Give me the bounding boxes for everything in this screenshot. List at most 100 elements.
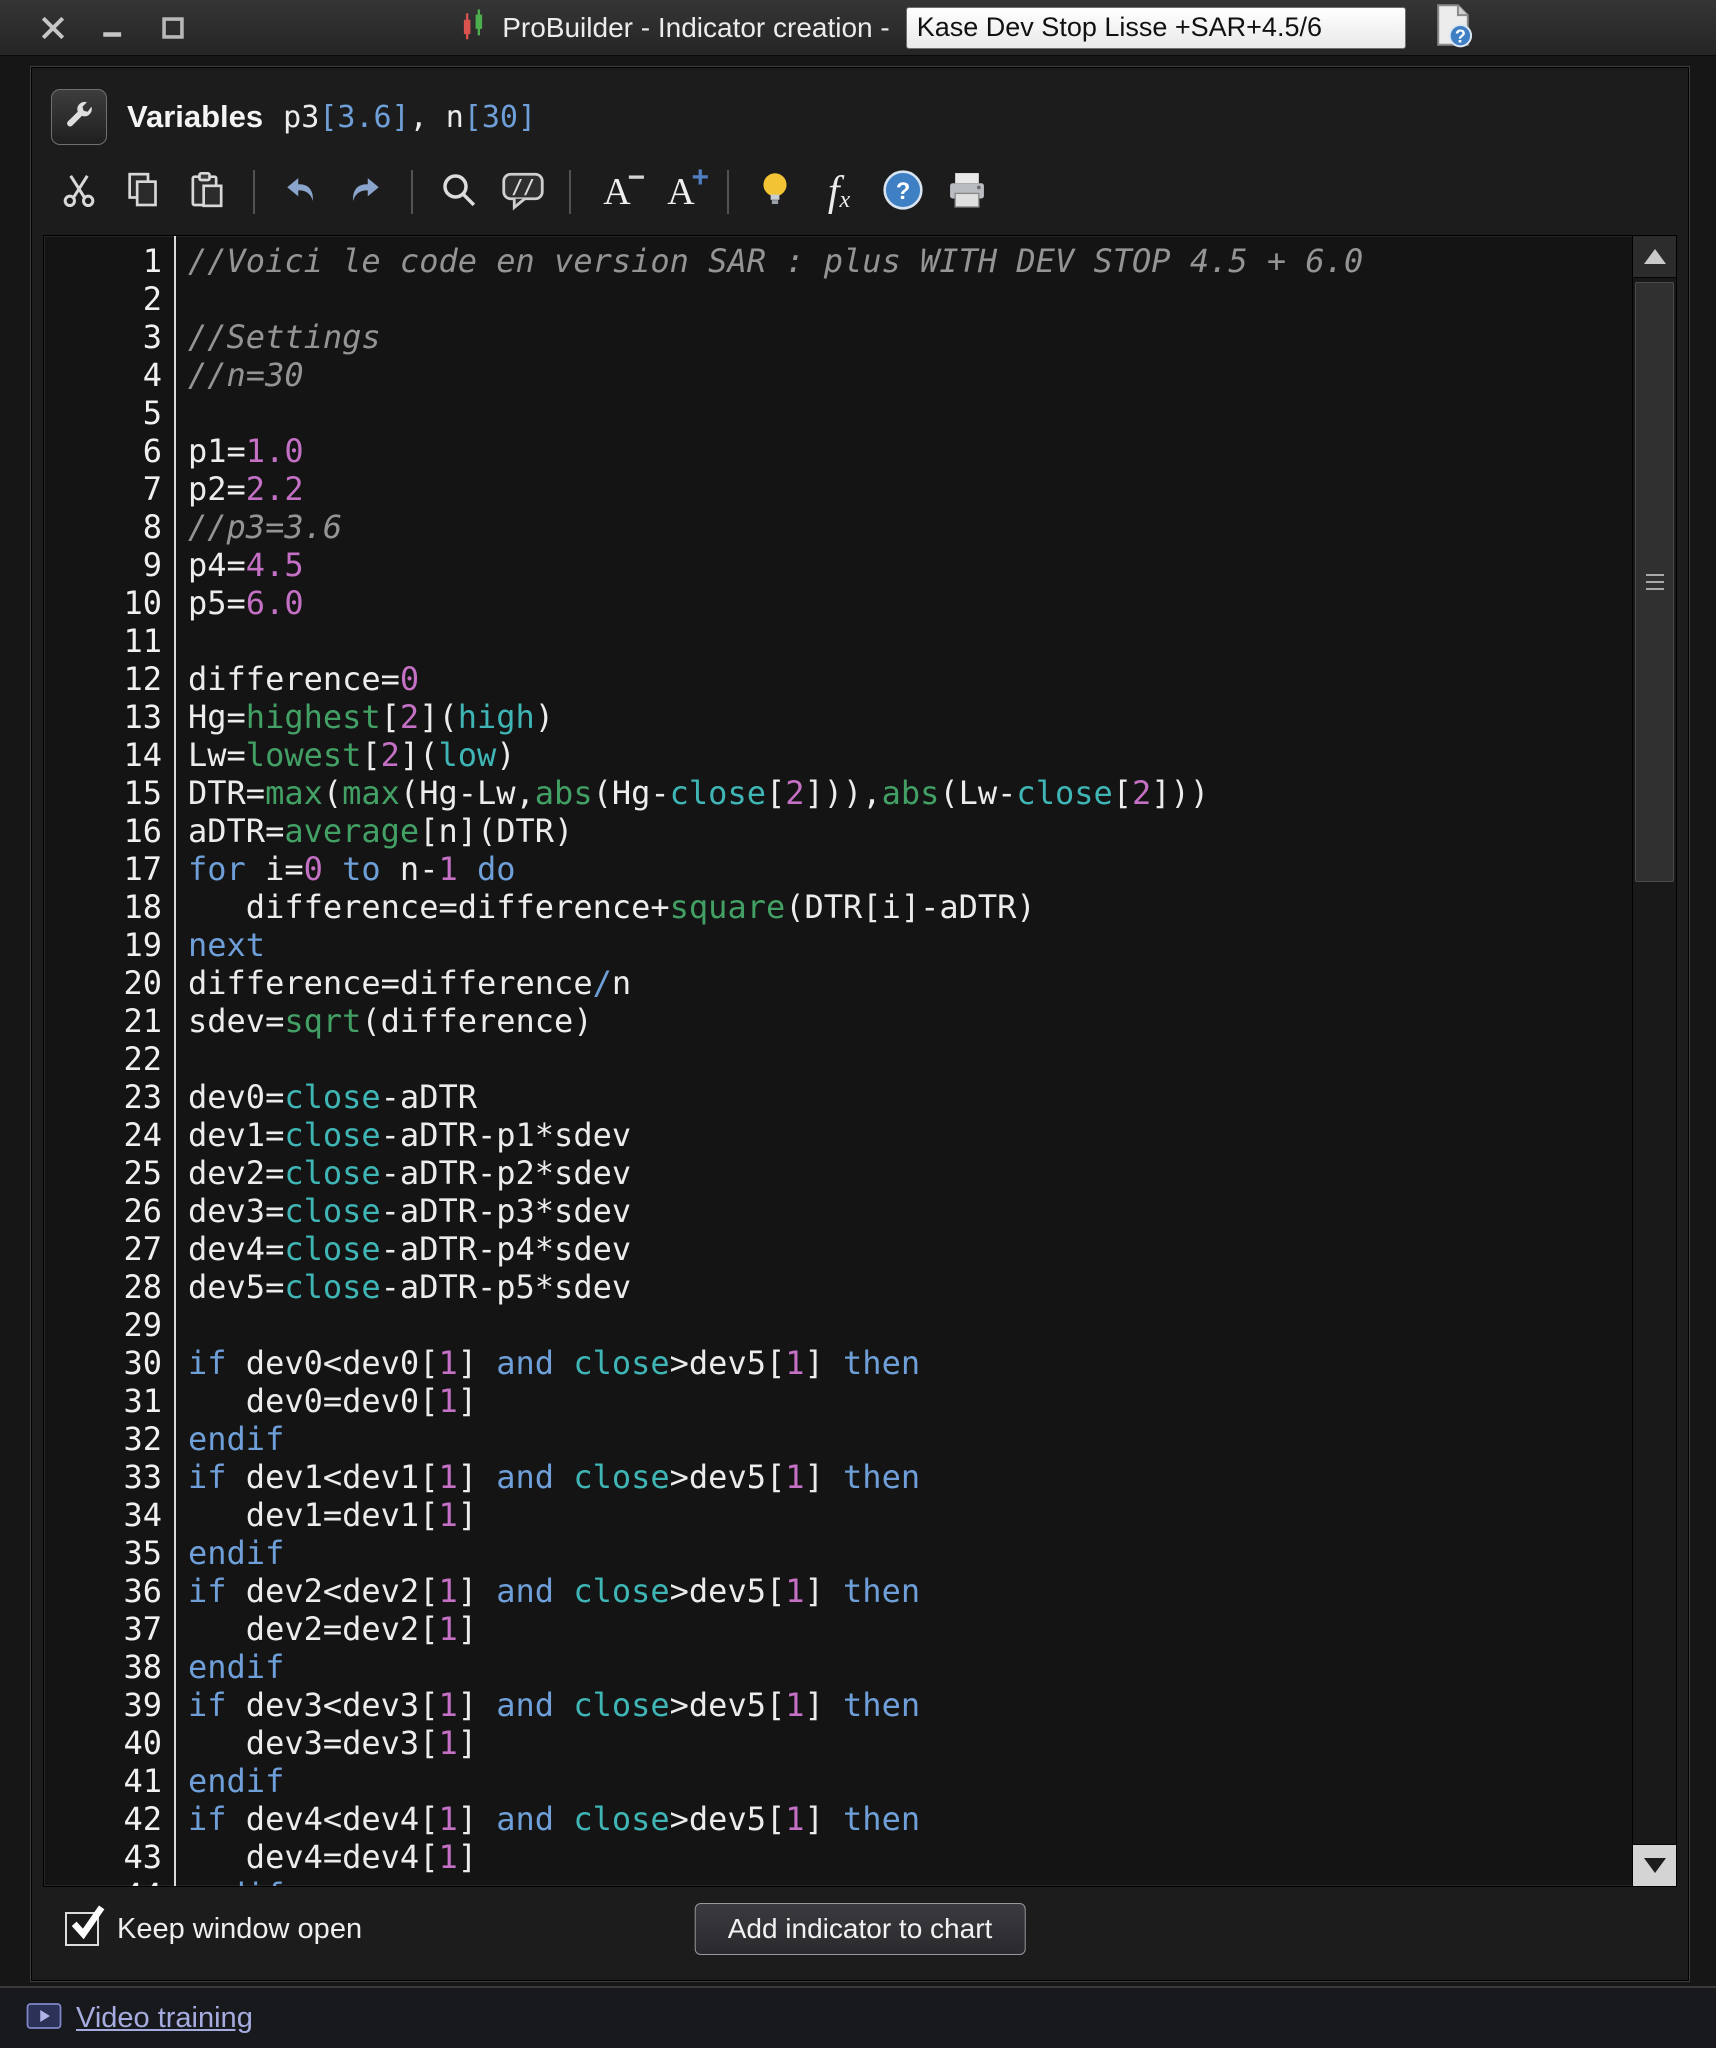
code-line: dev0=close-aDTR xyxy=(188,1078,477,1116)
code-line: endif xyxy=(188,1876,1632,1886)
svg-text://: // xyxy=(511,175,534,198)
line-number: 23 xyxy=(123,1078,162,1116)
toolbar-separator xyxy=(727,170,729,214)
comment-bubble-icon: // xyxy=(500,169,546,216)
undo-button[interactable] xyxy=(271,163,331,221)
code-lines[interactable]: //Voici le code en version SAR : plus WI… xyxy=(174,236,1632,1886)
lightbulb-icon xyxy=(754,169,796,216)
code-editor[interactable]: 1 2 3 4 5 6 7 8 9 10 11 12 13 14 15 16 17 18 19 20 21 22 23 24 2… xyxy=(43,235,1677,1887)
line-number: 8 xyxy=(142,508,162,546)
line-number: 29 xyxy=(123,1306,162,1344)
line-number: 22 xyxy=(123,1040,162,1078)
scissors-icon xyxy=(59,170,99,215)
window-controls xyxy=(0,13,220,43)
checkbox-box xyxy=(65,1905,105,1946)
code-line: endif xyxy=(188,1762,285,1800)
editor-scrollbar[interactable] xyxy=(1632,236,1676,1886)
editor-toolbar: // A − A + fx ? xyxy=(43,153,1677,231)
redo-button[interactable] xyxy=(335,163,395,221)
keep-window-open-checkbox[interactable]: Keep window open xyxy=(65,1905,362,1946)
variables-settings-button[interactable] xyxy=(51,89,107,145)
code-line: Lw=lowest[2](low) xyxy=(188,736,516,774)
code-line: dev4=dev4[1] xyxy=(188,1838,477,1876)
search-button[interactable] xyxy=(429,163,489,221)
printer-icon xyxy=(945,169,989,216)
maximize-icon[interactable] xyxy=(158,13,188,43)
line-number: 5 xyxy=(142,394,162,432)
toolbar-separator xyxy=(569,170,571,214)
line-number: 9 xyxy=(142,546,162,584)
insert-function-button[interactable]: fx xyxy=(809,163,869,221)
search-icon xyxy=(438,169,480,216)
cut-button[interactable] xyxy=(49,163,109,221)
line-number-gutter: 1 2 3 4 5 6 7 8 9 10 11 12 13 14 15 16 17 18 19 20 21 22 23 24 2… xyxy=(44,236,174,1886)
code-line: //Voici le code en version SAR : plus WI… xyxy=(188,242,1364,280)
line-number: 36 xyxy=(123,1572,162,1610)
variables-value[interactable]: p3[3.6], n[30] xyxy=(283,100,536,135)
code-line: dev4=close-aDTR-p4*sdev xyxy=(188,1230,632,1268)
scroll-down-button[interactable] xyxy=(1633,1844,1676,1886)
help-icon: ? xyxy=(881,168,925,217)
line-number: 44 xyxy=(44,1876,162,1886)
add-indicator-button[interactable]: Add indicator to chart xyxy=(694,1903,1026,1955)
thumb-grip-icon xyxy=(1645,574,1664,576)
code-line: dev3=close-aDTR-p3*sdev xyxy=(188,1192,632,1230)
font-decrease-button[interactable]: A − xyxy=(587,163,647,221)
arrow-down-icon xyxy=(1643,1858,1666,1873)
toolbar-separator xyxy=(253,170,255,214)
code-line: endif xyxy=(188,1648,285,1686)
code-line: if dev0<dev0[1] and close>dev5[1] then xyxy=(188,1344,921,1382)
svg-text:?: ? xyxy=(896,178,911,205)
window-title: ProBuilder - Indicator creation - xyxy=(502,11,890,43)
paste-button[interactable] xyxy=(177,163,237,221)
scrollbar-thumb[interactable] xyxy=(1635,282,1674,882)
line-number: 32 xyxy=(123,1420,162,1458)
code-line: if dev3<dev3[1] and close>dev5[1] then xyxy=(188,1686,921,1724)
help-document-icon[interactable]: ? xyxy=(1430,2,1476,53)
code-line: aDTR=average[n](DTR) xyxy=(188,812,574,850)
line-number: 15 xyxy=(123,774,162,812)
code-line: dev2=dev2[1] xyxy=(188,1610,477,1648)
code-line: dev1=close-aDTR-p1*sdev xyxy=(188,1116,632,1154)
dialog-bottom-bar: Keep window open Add indicator to chart xyxy=(43,1887,1677,1971)
line-number: 27 xyxy=(123,1230,162,1268)
line-number: 6 xyxy=(142,432,162,470)
close-icon[interactable] xyxy=(38,13,68,43)
line-number: 1 xyxy=(142,242,162,280)
scroll-up-button[interactable] xyxy=(1633,236,1676,278)
video-training-link[interactable]: Video training xyxy=(76,2002,253,2035)
line-number: 30 xyxy=(123,1344,162,1382)
candlestick-icon xyxy=(460,9,486,46)
code-line: p5=6.0 xyxy=(188,584,304,622)
code-line: if dev1<dev1[1] and close>dev5[1] then xyxy=(188,1458,921,1496)
line-number: 14 xyxy=(123,736,162,774)
comment-button[interactable]: // xyxy=(493,163,553,221)
code-line: DTR=max(max(Hg-Lw,abs(Hg-close[2])),abs(… xyxy=(188,774,1210,812)
line-number: 20 xyxy=(123,964,162,1002)
indicator-creation-window: Variables p3[3.6], n[30] // A − A + f x … xyxy=(30,66,1690,1982)
line-number: 10 xyxy=(123,584,162,622)
indicator-name-input[interactable] xyxy=(905,6,1406,49)
help-button[interactable]: ? xyxy=(873,163,933,221)
checkmark-icon xyxy=(71,1905,105,1940)
code-line: sdev=sqrt(difference) xyxy=(188,1002,593,1040)
copy-button[interactable] xyxy=(113,163,173,221)
code-line: p4=4.5 xyxy=(188,546,304,584)
line-number: 16 xyxy=(123,812,162,850)
code-line: dev2=close-aDTR-p2*sdev xyxy=(188,1154,632,1192)
minimize-icon[interactable] xyxy=(98,13,128,43)
code-line: Hg=highest[2](high) xyxy=(188,698,555,736)
code-line: difference=0 xyxy=(188,660,420,698)
print-button[interactable] xyxy=(937,163,997,221)
code-line: p1=1.0 xyxy=(188,432,304,470)
line-number: 35 xyxy=(123,1534,162,1572)
code-line: if dev2<dev2[1] and close>dev5[1] then xyxy=(188,1572,921,1610)
font-increase-button[interactable]: A + xyxy=(651,163,711,221)
line-number: 41 xyxy=(123,1762,162,1800)
line-number: 25 xyxy=(123,1154,162,1192)
hint-button[interactable] xyxy=(745,163,805,221)
